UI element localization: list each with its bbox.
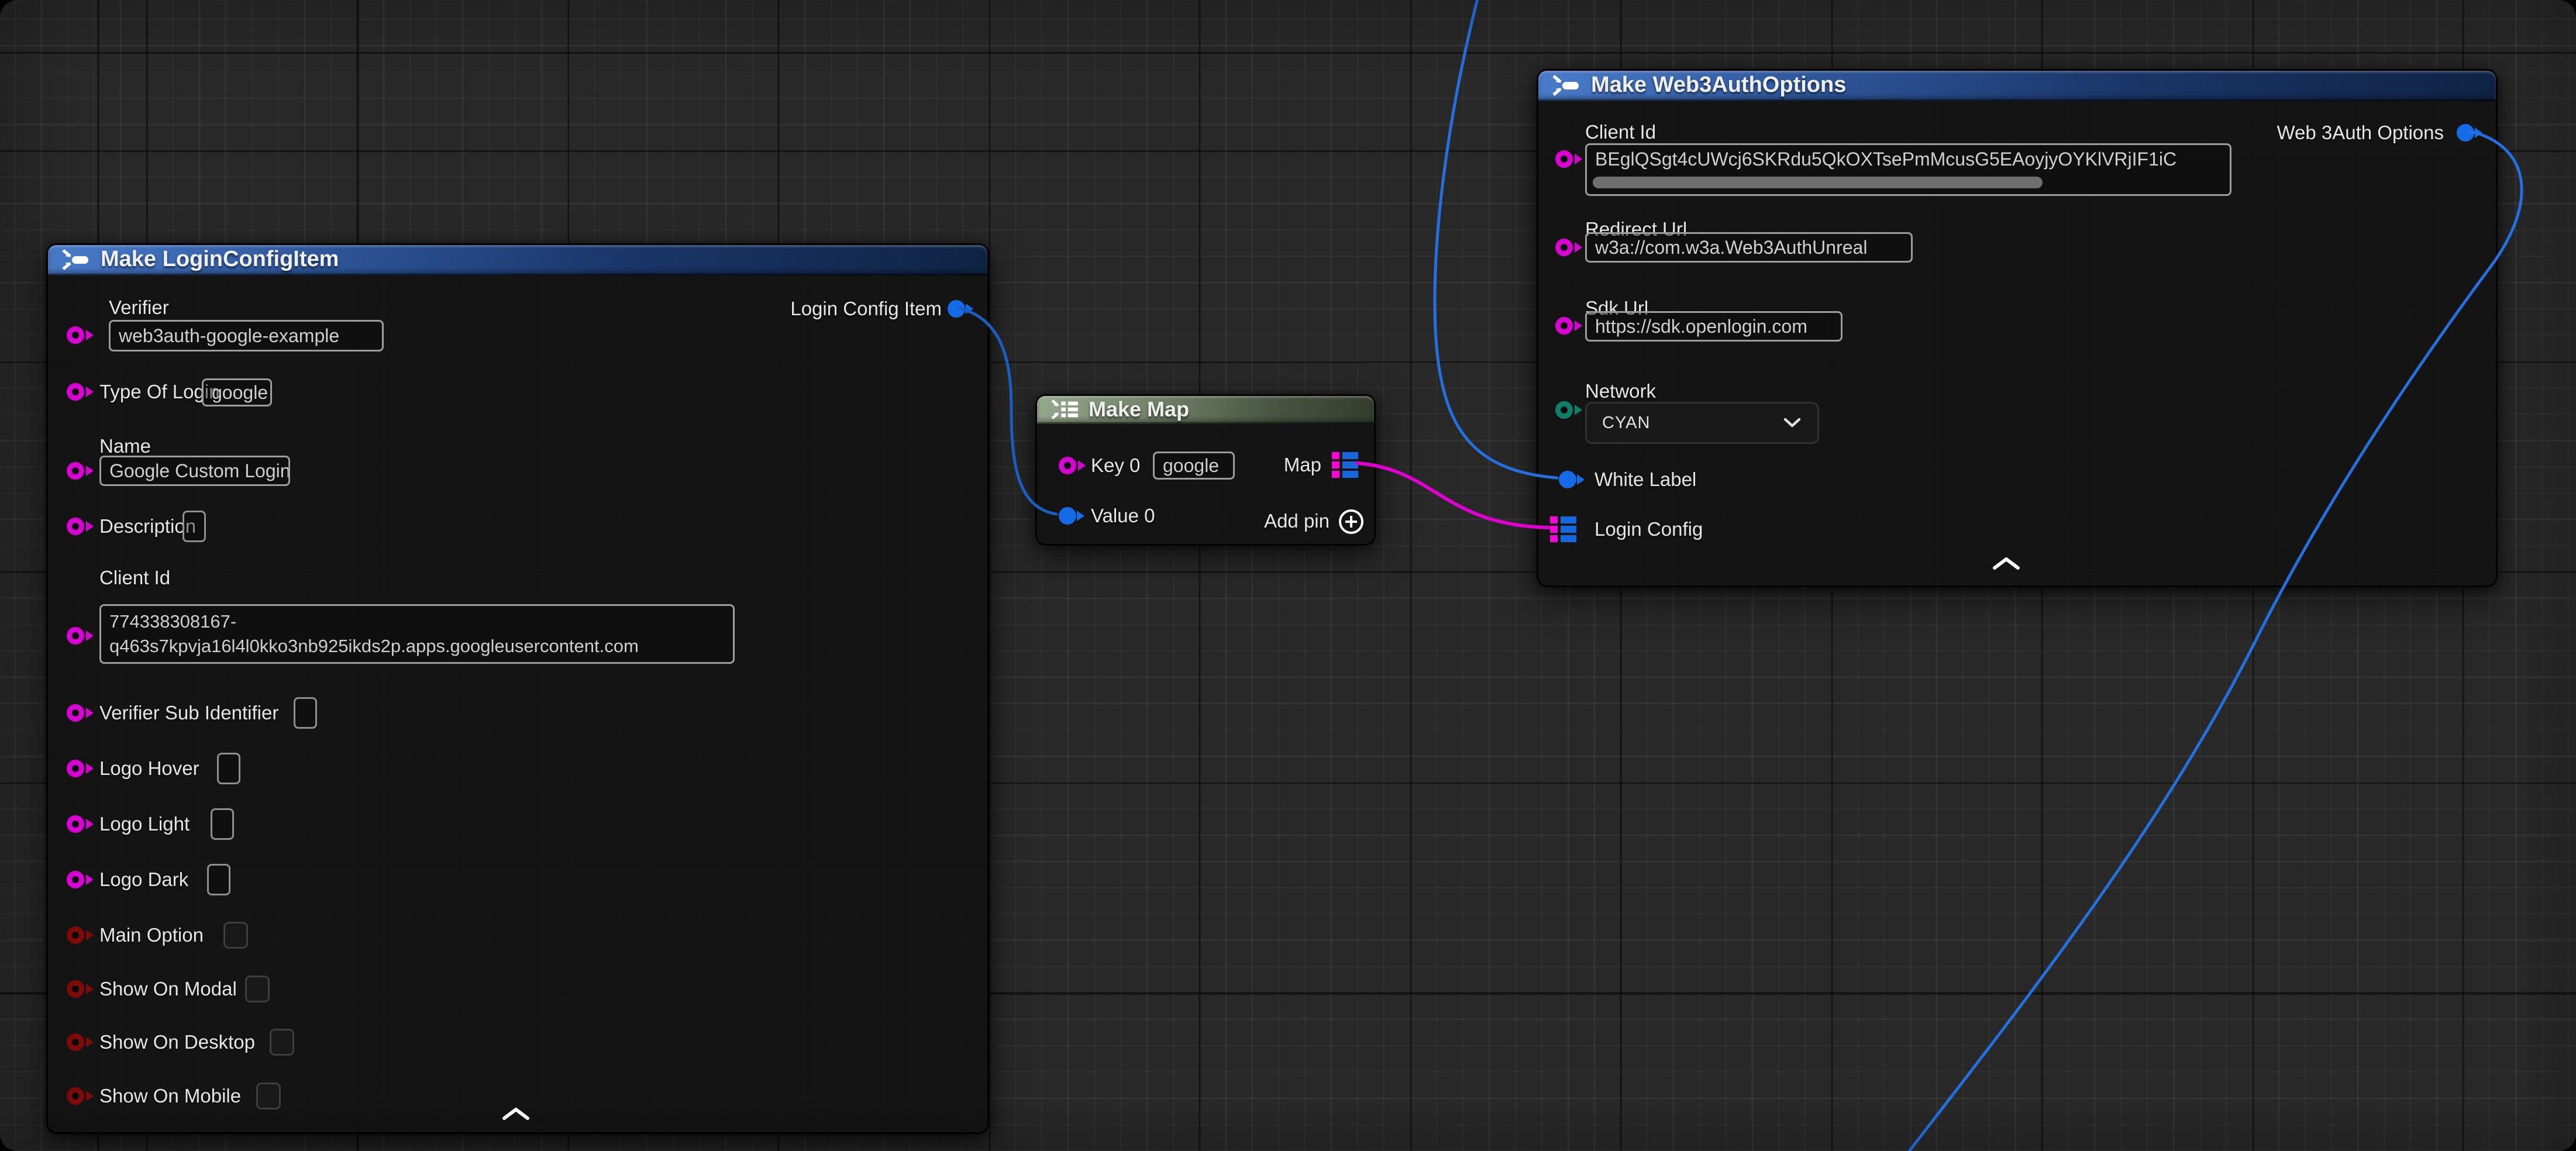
- pin-show-on-modal[interactable]: [67, 980, 84, 998]
- add-pin-icon[interactable]: [1338, 508, 1365, 535]
- pin-name[interactable]: [67, 462, 84, 480]
- logo-light-label: Logo Light: [99, 813, 190, 835]
- type-of-login-field[interactable]: google: [202, 378, 272, 406]
- pin-main-option[interactable]: [67, 926, 84, 944]
- make-struct-icon: [61, 247, 91, 273]
- name-label: Name: [99, 435, 151, 457]
- description-label: Description: [99, 515, 196, 537]
- pin-description[interactable]: [67, 518, 84, 535]
- main-option-label: Main Option: [99, 924, 204, 946]
- value-0-label: Value 0: [1091, 505, 1155, 527]
- client-id-line1: 774338308167-: [109, 609, 236, 634]
- logo-hover-label: Logo Hover: [99, 757, 199, 780]
- node-header-make-loginconfigitem[interactable]: Make LoginConfigItem: [48, 245, 987, 275]
- show-on-desktop-checkbox[interactable]: [270, 1029, 294, 1056]
- login-config-label: Login Config: [1594, 518, 1703, 540]
- verifier-label: Verifier: [109, 297, 169, 319]
- client-id-field[interactable]: BEglQSgt4cUWcj6SKRdu5QkOXTsePmMcusG5EAoy…: [1585, 143, 2231, 196]
- node-make-web3authoptions[interactable]: Make Web3AuthOptions Web 3Auth Options C…: [1537, 69, 2498, 587]
- client-id-field[interactable]: 774338308167- q463s7kpvja16l4l0kko3nb925…: [99, 604, 735, 664]
- white-label-label: White Label: [1594, 468, 1696, 491]
- redirect-url-field[interactable]: w3a://com.w3a.Web3AuthUnreal: [1585, 232, 1913, 263]
- verifier-field[interactable]: web3auth-google-example: [109, 320, 384, 351]
- description-field[interactable]: [182, 511, 206, 542]
- output-label-web3auth-options: Web 3Auth Options: [2277, 122, 2444, 144]
- map-output-label: Map: [1284, 454, 1321, 476]
- key-0-field[interactable]: google: [1153, 452, 1235, 480]
- sdk-url-field[interactable]: https://sdk.openlogin.com: [1585, 311, 1843, 342]
- node-title: Make LoginConfigItem: [101, 247, 339, 272]
- chevron-down-icon: [1782, 417, 1802, 429]
- pin-type-of-login[interactable]: [67, 383, 84, 401]
- node-make-loginconfigitem[interactable]: Make LoginConfigItem Login Config Item V…: [46, 243, 989, 1134]
- pin-logo-light[interactable]: [67, 815, 84, 833]
- add-pin-label: Add pin: [1264, 510, 1330, 532]
- logo-hover-field[interactable]: [217, 753, 240, 784]
- pin-verifier[interactable]: [67, 326, 84, 344]
- logo-light-field[interactable]: [211, 808, 234, 840]
- pin-white-label[interactable]: [1559, 471, 1576, 488]
- logo-dark-label: Logo Dark: [99, 869, 188, 891]
- node-title: Make Map: [1089, 397, 1189, 422]
- main-option-checkbox[interactable]: [223, 922, 248, 949]
- pin-sdk-url[interactable]: [1555, 317, 1573, 335]
- pin-client-id[interactable]: [1555, 150, 1573, 168]
- collapse-chevron-icon[interactable]: [1991, 556, 2021, 571]
- show-on-modal-label: Show On Modal: [99, 978, 237, 1000]
- make-struct-icon: [1551, 73, 1582, 98]
- wire-map-to-loginconfig[interactable]: [1357, 463, 1548, 528]
- pin-verifier-sub-identifier[interactable]: [67, 704, 84, 722]
- pin-login-config[interactable]: [1550, 516, 1577, 542]
- pin-output-web3auth-options[interactable]: [2457, 124, 2474, 142]
- pin-logo-hover[interactable]: [67, 760, 84, 777]
- make-map-icon: [1050, 397, 1079, 422]
- node-header-make-web3authoptions[interactable]: Make Web3AuthOptions: [1538, 71, 2496, 101]
- pin-key-0[interactable]: [1059, 457, 1076, 474]
- collapse-chevron-icon[interactable]: [501, 1106, 531, 1121]
- verifier-sub-identifier-label: Verifier Sub Identifier: [99, 702, 278, 724]
- show-on-desktop-label: Show On Desktop: [99, 1031, 255, 1053]
- logo-dark-field[interactable]: [207, 864, 230, 895]
- client-id-label: Client Id: [99, 567, 170, 589]
- pin-output-login-config-item[interactable]: [948, 300, 965, 318]
- show-on-modal-checkbox[interactable]: [245, 976, 270, 1002]
- show-on-mobile-label: Show On Mobile: [99, 1085, 241, 1107]
- client-id-label: Client Id: [1585, 121, 1656, 143]
- pin-redirect-url[interactable]: [1555, 239, 1573, 256]
- verifier-sub-identifier-field[interactable]: [294, 697, 317, 729]
- node-header-make-map[interactable]: Make Map: [1037, 396, 1374, 424]
- output-label-login-config-item: Login Config Item: [790, 298, 942, 320]
- pin-value-0[interactable]: [1059, 507, 1076, 525]
- pin-client-id[interactable]: [67, 627, 84, 645]
- pin-show-on-desktop[interactable]: [67, 1033, 84, 1051]
- node-title: Make Web3AuthOptions: [1591, 73, 1846, 98]
- key-0-label: Key 0: [1091, 454, 1140, 477]
- name-field[interactable]: Google Custom Login: [99, 456, 290, 486]
- client-id-scrollbar[interactable]: [1593, 177, 2043, 188]
- pin-network[interactable]: [1555, 401, 1573, 419]
- network-dropdown[interactable]: CYAN: [1585, 402, 1819, 444]
- pin-show-on-mobile[interactable]: [67, 1087, 84, 1105]
- node-make-map[interactable]: Make Map Key 0 google Map Value 0 Add pi…: [1035, 394, 1376, 546]
- pin-logo-dark[interactable]: [67, 871, 84, 888]
- client-id-line2: q463s7kpvja16l4l0kko3nb925ikds2p.apps.go…: [109, 634, 639, 659]
- pin-output-map[interactable]: [1332, 452, 1359, 478]
- network-label: Network: [1585, 380, 1656, 402]
- show-on-mobile-checkbox[interactable]: [256, 1083, 281, 1109]
- network-value: CYAN: [1602, 413, 1650, 433]
- client-id-value: BEglQSgt4cUWcj6SKRdu5QkOXTsePmMcusG5EAoy…: [1595, 149, 2176, 170]
